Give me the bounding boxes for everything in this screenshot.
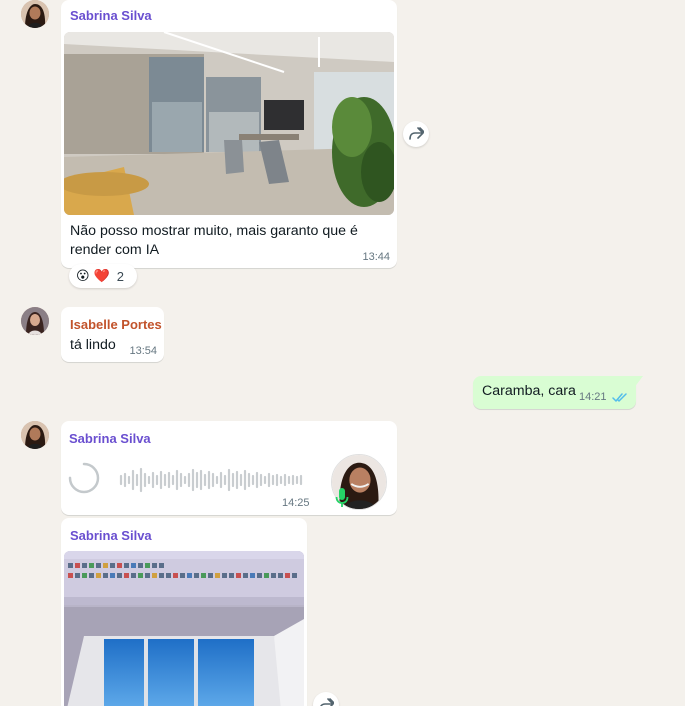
forward-button[interactable]	[403, 121, 429, 147]
avatar-isabelle[interactable]	[21, 307, 49, 335]
bubble-tail	[634, 376, 643, 388]
audio-waveform[interactable]	[119, 465, 307, 495]
sender-name[interactable]: Sabrina Silva	[70, 8, 152, 23]
voice-message-bubble[interactable]: Sabrina Silva 14:25	[61, 421, 397, 515]
reaction-count: 2	[116, 268, 124, 284]
forward-icon	[320, 698, 334, 706]
message-bubble-text[interactable]: Isabelle Portes tá lindo 13:54	[61, 307, 164, 362]
forward-button[interactable]	[313, 692, 339, 706]
double-check-icon	[612, 393, 627, 402]
sender-name[interactable]: Sabrina Silva	[70, 528, 152, 543]
office-photo[interactable]	[64, 32, 394, 215]
message-time: 14:21	[579, 391, 607, 403]
message-bubble-image[interactable]: Sabrina Silva Não posso mostrar muito, m…	[61, 0, 397, 268]
reaction-emoji: 😮	[76, 268, 90, 283]
message-bubble-outgoing[interactable]: Caramba, cara 14:21	[473, 376, 636, 409]
microphone-icon	[335, 488, 349, 507]
sender-name[interactable]: Isabelle Portes	[70, 317, 162, 332]
loading-spinner-icon[interactable]	[67, 461, 101, 495]
message-text[interactable]: Caramba, cara	[482, 382, 576, 401]
message-time: 13:44	[362, 251, 390, 263]
software-screenshot-photo[interactable]	[64, 551, 304, 706]
reaction-emoji: ❤️	[93, 268, 110, 283]
message-caption[interactable]: Não posso mostrar muito, mais garanto qu…	[70, 222, 380, 260]
sender-name[interactable]: Sabrina Silva	[69, 431, 151, 446]
message-bubble-image[interactable]: Sabrina Silva	[61, 518, 307, 706]
message-time: 13:54	[129, 345, 157, 357]
forward-icon	[409, 127, 424, 140]
avatar-sabrina[interactable]	[21, 0, 49, 28]
message-time: 14:25	[282, 497, 310, 509]
reactions-pill[interactable]: 😮 ❤️ 2	[69, 264, 137, 288]
avatar-sabrina[interactable]	[21, 421, 49, 449]
message-text[interactable]: tá lindo	[70, 336, 116, 355]
